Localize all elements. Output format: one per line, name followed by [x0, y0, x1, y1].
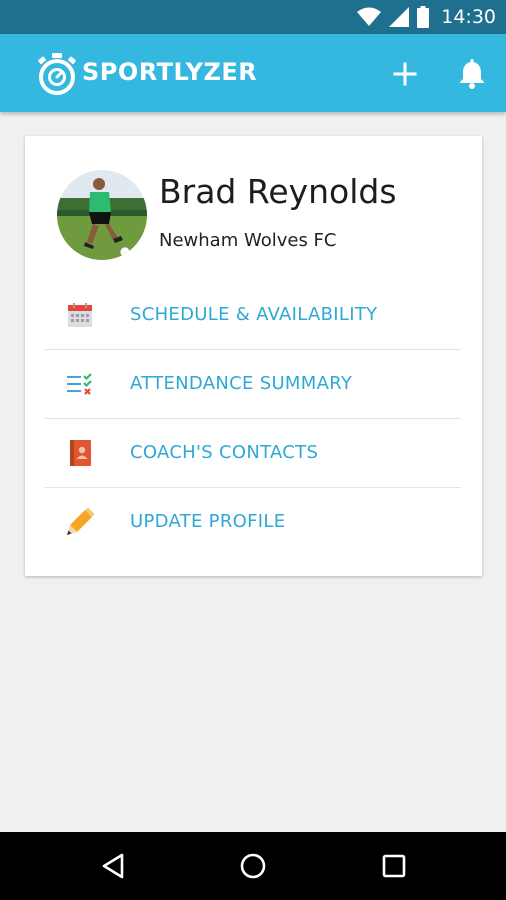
- attendance-list-icon: [67, 373, 92, 395]
- contacts-book-icon: [70, 440, 91, 466]
- status-icons: 14:30: [357, 6, 496, 28]
- menu-item-attendance[interactable]: ATTENDANCE SUMMARY: [45, 351, 461, 419]
- brand-logo-text: SPORTLYZER: [82, 58, 258, 86]
- cellular-signal-icon: [389, 7, 410, 27]
- notifications-bell-icon[interactable]: [456, 58, 488, 90]
- back-triangle-icon[interactable]: [98, 850, 130, 882]
- app-bar: SPORTLYZER: [0, 34, 506, 112]
- menu-label: SCHEDULE & AVAILABILITY: [130, 304, 378, 325]
- stopwatch-logo-icon: [38, 53, 76, 95]
- avatar-photo: [57, 170, 147, 260]
- menu-item-update-profile[interactable]: UPDATE PROFILE: [45, 489, 461, 557]
- navigation-bar: [0, 832, 506, 900]
- menu-item-coach-contacts[interactable]: COACH'S CONTACTS: [45, 420, 461, 488]
- home-circle-icon[interactable]: [237, 850, 269, 882]
- calendar-icon: [68, 303, 92, 327]
- status-time: 14:30: [441, 6, 496, 28]
- divider: [45, 418, 461, 419]
- battery-icon: [417, 6, 430, 28]
- player-name: Brad Reynolds: [159, 172, 397, 211]
- recents-square-icon[interactable]: [378, 850, 410, 882]
- add-button[interactable]: [390, 59, 420, 89]
- profile-card: Brad Reynolds Newham Wolves FC SCHEDULE …: [25, 136, 482, 576]
- wifi-icon: [357, 7, 382, 26]
- menu-label: COACH'S CONTACTS: [130, 442, 319, 463]
- menu-label: UPDATE PROFILE: [130, 511, 286, 532]
- menu-item-schedule[interactable]: SCHEDULE & AVAILABILITY: [45, 282, 461, 350]
- pencil-icon: [67, 507, 95, 535]
- menu-label: ATTENDANCE SUMMARY: [130, 373, 353, 394]
- status-bar: 14:30: [0, 0, 506, 34]
- team-name: Newham Wolves FC: [159, 230, 337, 251]
- avatar[interactable]: [57, 170, 147, 260]
- divider: [45, 349, 461, 350]
- divider: [45, 487, 461, 488]
